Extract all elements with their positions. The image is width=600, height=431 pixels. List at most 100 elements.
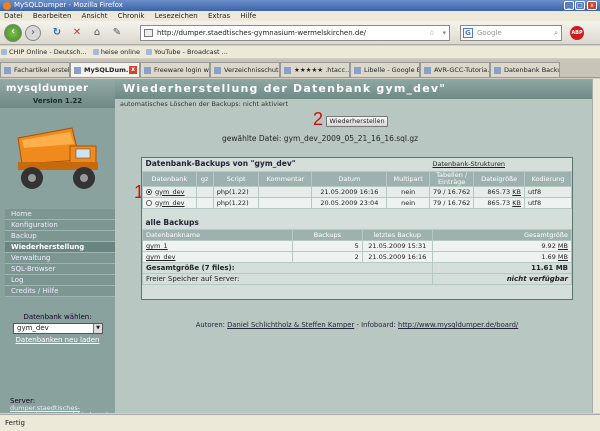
tab-close-icon[interactable]: x — [129, 66, 137, 74]
db-reload-link[interactable]: Datenbanken neu laden — [0, 336, 115, 344]
menu-ansicht[interactable]: Ansicht — [78, 11, 112, 21]
backup-date: 20.05.2009 23:04 — [311, 196, 388, 209]
app-logo[interactable]: mysqldumper — [6, 83, 89, 94]
sidebar-item-konfiguration[interactable]: Konfiguration — [5, 220, 115, 231]
tab-label: Freeware login wi... — [154, 66, 209, 74]
backup-tables: 79 / 16.762 — [428, 185, 475, 198]
backup-script: php(1.22) — [212, 196, 260, 209]
backup-db-name[interactable]: gym_dev — [155, 188, 185, 196]
backup-size-value: 865.73 — [487, 187, 511, 196]
menu-chronik[interactable]: Chronik — [114, 11, 149, 21]
url-input[interactable]: http://dumper.staedtisches-gymnasium-wer… — [140, 25, 450, 41]
page-scrollbar[interactable] — [592, 79, 600, 413]
page-subtitle: automatisches Löschen der Backups: nicht… — [120, 100, 289, 108]
home-icon[interactable]: ⌂ — [90, 26, 104, 40]
backup-size: 865.73 KB — [473, 185, 525, 198]
sidebar-item-home[interactable]: Home — [5, 209, 115, 220]
forward-button[interactable]: › — [25, 25, 41, 41]
structures-link[interactable]: Datenbank-Strukturen — [429, 158, 571, 171]
search-icon[interactable]: ⌕ — [554, 26, 558, 40]
logo-area: mysqldumper Version 1.22 — [0, 79, 115, 108]
table-row[interactable]: gym_dev php(1.22) 21.05.2009 16:16 nein … — [142, 185, 573, 198]
google-icon[interactable]: G — [463, 28, 473, 38]
restore-button[interactable]: Wiederherstellen — [326, 116, 388, 127]
table-row[interactable]: gym_dev php(1.22) 20.05.2009 23:04 nein … — [142, 196, 573, 209]
backup-db-cell[interactable]: gym_dev — [142, 185, 197, 198]
menu-lesezeichen[interactable]: Lesezeichen — [151, 11, 202, 21]
page-footer: Autoren: Daniel Schlichtholz & Steffen K… — [141, 321, 573, 329]
tab[interactable]: Verzeichnisschut... — [210, 62, 280, 77]
tab-active[interactable]: MySQLDum... x — [70, 62, 140, 77]
last-backup: 21.05.2009 16:16 — [361, 251, 433, 263]
tab[interactable]: Fachartikel erstel... — [0, 62, 70, 77]
stop-icon[interactable]: ✕ — [70, 26, 84, 40]
board-link[interactable]: http://www.mysqldumper.de/board/ — [398, 321, 518, 329]
tab[interactable]: ★★★★★ .htacc... — [280, 62, 350, 77]
bookmark-item[interactable]: YouTube - Broadcast ... — [145, 46, 231, 58]
db-name-link[interactable]: gym_1 — [142, 240, 293, 252]
annotation-marker-2: 2 — [313, 109, 324, 129]
all-backups-table: alle Backups Datenbankname Backups letzt… — [142, 217, 573, 285]
col-header: Kommentar — [258, 170, 313, 187]
sidebar-item-verwaltung[interactable]: Verwaltung — [5, 253, 115, 264]
server-link[interactable]: dumper.staedtisches-gymnasium-wermelskir… — [10, 405, 115, 414]
search-input[interactable]: G Google ⌕ — [460, 25, 562, 41]
sidebar-item-backup[interactable]: Backup — [5, 231, 115, 242]
close-icon[interactable]: x — [587, 1, 597, 10]
col-header: Kodierung — [523, 170, 573, 187]
menu-extras[interactable]: Extras — [204, 11, 234, 21]
backups-title: Datenbank-Backups von "gym_dev" — [145, 159, 296, 169]
page-title: Wiederherstellung der Datenbank gym_dev" — [123, 82, 447, 95]
col-header: Dateigröße — [473, 170, 525, 187]
total-size-unit: MB — [557, 242, 568, 250]
minimize-icon[interactable]: _ — [564, 1, 574, 10]
db-select-label: Datenbank wählen: — [23, 313, 92, 321]
menubar: Datei Bearbeiten Ansicht Chronik Lesezei… — [0, 11, 600, 21]
tab[interactable]: Libelle - Google Bi... — [350, 62, 420, 77]
firefox-icon — [3, 2, 11, 10]
app-version: Version 1.22 — [32, 97, 83, 105]
bookmark-item[interactable]: heise online — [92, 46, 143, 58]
total-size: 9.92 MB — [431, 240, 573, 252]
db-select-value: gym_dev — [17, 324, 49, 332]
backup-size-unit: KB — [512, 198, 521, 207]
status-text: Fertig — [5, 419, 25, 427]
url-dropdown-icon[interactable]: ▾ — [442, 26, 446, 40]
sidebar-item-log[interactable]: Log — [5, 275, 115, 286]
addon-icon[interactable]: ✎ — [110, 26, 124, 40]
total-label: Gesamtgröße (7 files): — [142, 262, 433, 274]
main-menu: Home Konfiguration Backup Wiederherstell… — [5, 209, 115, 297]
col-header[interactable]: Datenbank — [142, 170, 197, 187]
db-name-link[interactable]: gym_dev — [142, 251, 293, 263]
sidebar-item-wiederherstellung[interactable]: Wiederherstellung — [5, 242, 115, 253]
back-button[interactable]: ‹ — [4, 24, 22, 42]
selected-file: gewählte Datei: gym_dev_2009_05_21_16_16… — [222, 134, 419, 143]
col-header: letztes Backup — [361, 229, 433, 241]
backup-radio[interactable] — [146, 188, 152, 195]
sidebar-item-sql-browser[interactable]: SQL-Browser — [5, 264, 115, 275]
menu-hilfe[interactable]: Hilfe — [236, 11, 260, 21]
tab-label: Fachartikel erstel... — [14, 66, 70, 74]
col-header: Tabellen / Einträge — [428, 170, 475, 187]
tab[interactable]: AVR-GCC-Tutoria... — [420, 62, 490, 77]
bookmark-star-icon[interactable]: ☆ — [429, 26, 435, 40]
authors-label: Autoren: — [195, 321, 225, 329]
backup-multipart: nein — [386, 185, 430, 198]
adblock-icon[interactable]: ABP — [570, 26, 584, 40]
db-select[interactable]: gym_dev ▼ — [13, 323, 103, 334]
menu-bearbeiten[interactable]: Bearbeiten — [29, 11, 75, 21]
backup-radio[interactable] — [146, 199, 152, 206]
tab[interactable]: Datenbank Backu... — [490, 62, 560, 77]
authors-link[interactable]: Daniel Schlichtholz & Steffen Kamper — [227, 321, 354, 329]
backup-db-cell[interactable]: gym_dev — [142, 196, 197, 209]
menu-datei[interactable]: Datei — [0, 11, 27, 21]
sidebar-item-credits[interactable]: Credits / Hilfe — [5, 286, 115, 297]
reload-icon[interactable]: ↻ — [50, 26, 64, 40]
total-size: 1.69 MB — [431, 251, 573, 263]
window-title: MySQLDumper - Mozilla Firefox — [14, 1, 123, 9]
backup-date: 21.05.2009 16:16 — [311, 185, 388, 198]
maximize-icon[interactable]: □ — [575, 1, 585, 10]
backup-db-name[interactable]: gym_dev — [155, 199, 185, 207]
tab[interactable]: Freeware login wi... — [140, 62, 210, 77]
bookmark-item[interactable]: CHIP Online - Deutsch... — [0, 46, 90, 58]
